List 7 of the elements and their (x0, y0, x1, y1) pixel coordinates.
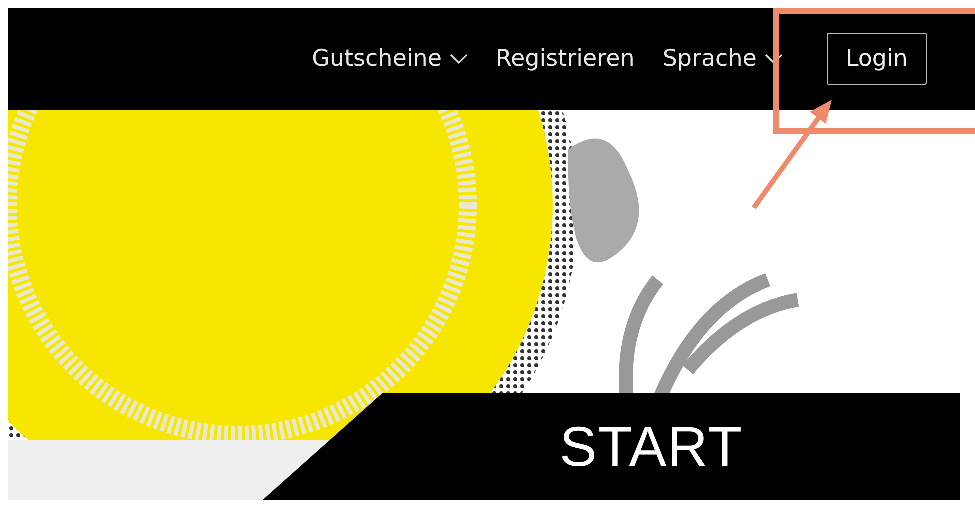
nav-dropdown[interactable]: Gutscheine (312, 46, 468, 72)
nav-link[interactable]: Registrieren (496, 46, 635, 72)
chevron-down-icon (764, 54, 783, 64)
login-button[interactable]: Login (826, 33, 927, 85)
chevron-down-icon (450, 54, 468, 64)
nav-dropdown[interactable]: Sprache (662, 46, 783, 72)
start-banner: START (263, 393, 960, 500)
